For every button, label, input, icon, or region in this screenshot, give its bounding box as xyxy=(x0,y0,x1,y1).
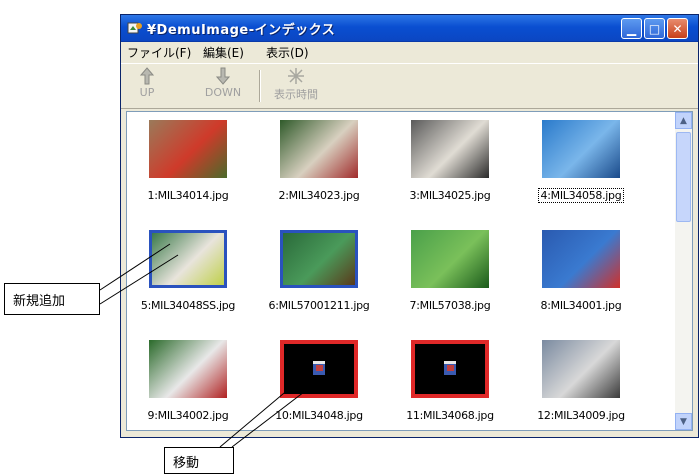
down-label: DOWN xyxy=(204,86,242,99)
thumbnail-label: 11:MIL34068.jpg xyxy=(406,409,494,422)
thumbnail-image xyxy=(542,120,620,178)
sparkle-icon xyxy=(288,68,304,84)
thumbnail-image xyxy=(280,340,358,398)
close-icon: ✕ xyxy=(672,21,683,36)
app-icon xyxy=(127,22,142,34)
scroll-down-button[interactable]: ▼ xyxy=(675,413,692,430)
scroll-up-button[interactable]: ▲ xyxy=(675,112,692,129)
thumbnail-item[interactable]: 3:MIL34025.jpg xyxy=(395,120,505,203)
toolbar-separator xyxy=(259,70,261,102)
thumbnail-label: 3:MIL34025.jpg xyxy=(409,189,491,202)
thumbnail-image xyxy=(411,340,489,398)
thumbnail-image xyxy=(280,120,358,178)
chevron-up-icon: ▲ xyxy=(680,115,687,126)
thumbnail-image xyxy=(280,230,358,288)
thumbnail-item[interactable]: 10:MIL34048.jpg xyxy=(264,340,374,423)
window-title: ¥DemuImage-インデックス xyxy=(147,23,336,38)
app-window: ¥DemuImage-インデックス ▁ □ ✕ ファイル(F) 編集(E) 表示… xyxy=(120,14,699,438)
vertical-scrollbar[interactable]: ▲ ▼ xyxy=(675,112,692,430)
down-arrow-icon xyxy=(216,67,230,85)
chevron-down-icon: ▼ xyxy=(680,416,687,427)
thumbnail-label: 5:MIL34048SS.jpg xyxy=(140,299,236,312)
thumbnail-image xyxy=(149,230,227,288)
display-time-button[interactable]: 表示時間 xyxy=(265,66,327,102)
thumbnail-label: 1:MIL34014.jpg xyxy=(147,189,229,202)
maximize-icon: □ xyxy=(648,21,661,36)
thumbnail-item[interactable]: 9:MIL34002.jpg xyxy=(133,340,243,423)
minimize-button[interactable]: ▁ xyxy=(621,18,642,39)
thumbnail-label: 8:MIL34001.jpg xyxy=(540,299,622,312)
menu-edit[interactable]: 編集(E) xyxy=(203,44,244,61)
thumbnail-item[interactable]: 2:MIL34023.jpg xyxy=(264,120,374,203)
menu-bar: ファイル(F) 編集(E) 表示(D) xyxy=(121,42,698,62)
thumbnail-item[interactable]: 7:MIL57038.jpg xyxy=(395,230,505,313)
callout-add: 新規追加 xyxy=(4,283,100,315)
thumbnail-label: 10:MIL34048.jpg xyxy=(275,409,363,422)
down-button[interactable]: DOWN xyxy=(201,66,245,99)
thumbnail-image xyxy=(542,230,620,288)
thumbnail-item[interactable]: 11:MIL34068.jpg xyxy=(395,340,505,423)
up-label: UP xyxy=(139,86,155,99)
thumbnail-item[interactable]: 8:MIL34001.jpg xyxy=(526,230,636,313)
menu-view[interactable]: 表示(D) xyxy=(266,44,309,61)
minimize-icon: ▁ xyxy=(626,21,637,36)
thumbnail-list[interactable]: 1:MIL34014.jpg 2:MIL34023.jpg 3:MIL34025.j… xyxy=(126,111,693,431)
thumbnail-label: 2:MIL34023.jpg xyxy=(278,189,360,202)
thumbnail-label: 6:MIL57001211.jpg xyxy=(268,299,370,312)
thumbnail-item[interactable]: 4:MIL34058.jpg xyxy=(526,120,636,203)
menu-file[interactable]: ファイル(F) xyxy=(127,44,191,61)
thumbnail-label: 4:MIL34058.jpg xyxy=(537,188,625,203)
toolbar: UP DOWN 表示時間 xyxy=(121,63,698,109)
thumbnail-image xyxy=(149,340,227,398)
thumbnail-label: 7:MIL57038.jpg xyxy=(409,299,491,312)
up-button[interactable]: UP xyxy=(131,66,163,99)
thumbnail-image xyxy=(542,340,620,398)
thumbnail-item[interactable]: 5:MIL34048SS.jpg xyxy=(133,230,243,313)
thumbnail-label: 9:MIL34002.jpg xyxy=(147,409,229,422)
thumbnail-image xyxy=(411,230,489,288)
thumbnail-item[interactable]: 12:MIL34009.jpg xyxy=(526,340,636,423)
callout-move: 移動 xyxy=(164,447,234,474)
scroll-thumb[interactable] xyxy=(676,132,691,222)
thumbnail-item[interactable]: 6:MIL57001211.jpg xyxy=(264,230,374,313)
title-bar[interactable]: ¥DemuImage-インデックス ▁ □ ✕ xyxy=(121,15,698,42)
thumbnail-label: 12:MIL34009.jpg xyxy=(537,409,625,422)
maximize-button[interactable]: □ xyxy=(644,18,665,39)
thumbnail-item[interactable]: 1:MIL34014.jpg xyxy=(133,120,243,203)
thumbnail-image xyxy=(149,120,227,178)
close-button[interactable]: ✕ xyxy=(667,18,688,39)
up-arrow-icon xyxy=(140,67,154,85)
display-time-label: 表示時間 xyxy=(274,88,318,101)
thumbnail-image xyxy=(411,120,489,178)
